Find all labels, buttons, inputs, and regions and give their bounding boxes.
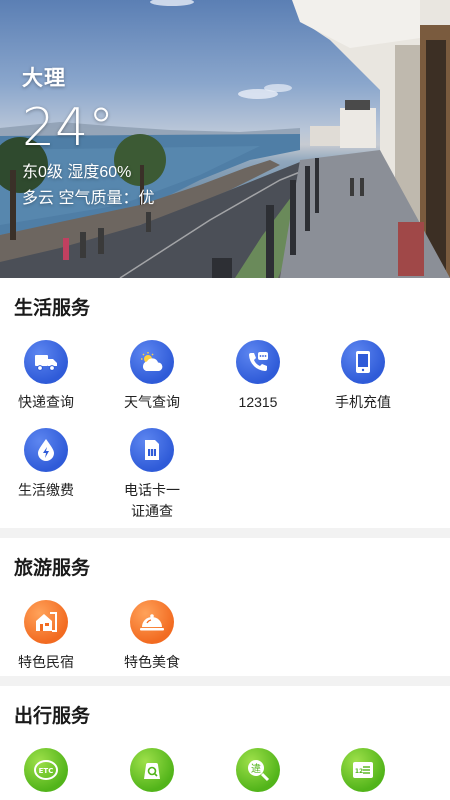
phone-chat-icon (236, 340, 280, 384)
express-query-label: 快递查询 (18, 394, 74, 410)
homestay-label: 特色民宿 (18, 654, 74, 670)
etc-tile[interactable]: ETC (0, 748, 92, 800)
condition-air-quality: 多云 空气质量：优 (22, 190, 155, 207)
license-plate-icon: 12 (341, 748, 385, 792)
wind-humidity: 东0级 湿度60% (22, 164, 132, 181)
travel-services-section: 旅游服务 特色民宿 特色美食 (0, 538, 450, 676)
svg-text:ETC: ETC (39, 767, 54, 775)
trip-services-section: 出行服务 ETC 違 12 (0, 686, 450, 800)
homestay-house-icon (24, 600, 68, 644)
vehicle-search-icon (130, 748, 174, 792)
food-cloche-icon (130, 600, 174, 644)
city-name: 大理 (22, 67, 66, 90)
sim-card-check-tile[interactable]: 电话卡一 证通查 (106, 428, 198, 522)
truck-icon (24, 340, 68, 384)
life-services-section: 生活服务 快递查询 天气查询 12315 手机充值 生活缴费 电话卡一 证通查 (0, 278, 450, 528)
weather-query-tile[interactable]: 天气查询 (106, 340, 198, 413)
temperature: 24° (22, 98, 115, 158)
hotline-12315-tile[interactable]: 12315 (212, 340, 304, 413)
express-query-tile[interactable]: 快递查询 (0, 340, 92, 413)
mobile-recharge-label: 手机充值 (335, 394, 391, 410)
mobile-recharge-tile[interactable]: 手机充值 (317, 340, 409, 413)
section-title-life: 生活服务 (14, 298, 91, 319)
sim-card-icon (130, 428, 174, 472)
local-food-tile[interactable]: 特色美食 (106, 600, 198, 673)
utility-payment-tile[interactable]: 生活缴费 (0, 428, 92, 501)
weather-banner[interactable]: 大理 24° 东0级 湿度60% 多云 空气质量：优 (0, 0, 450, 278)
vehicle-search-tile[interactable] (106, 748, 198, 800)
section-title-trip: 出行服务 (14, 706, 91, 727)
hotline-12315-label: 12315 (238, 394, 278, 410)
svg-text:違: 違 (251, 762, 261, 775)
water-drop-bolt-icon (24, 428, 68, 472)
local-food-label: 特色美食 (124, 654, 180, 670)
section-title-travel: 旅游服务 (14, 558, 91, 579)
weather-query-label: 天气查询 (124, 394, 180, 410)
sim-card-check-label: 电话卡一 证通查 (124, 482, 180, 519)
homestay-tile[interactable]: 特色民宿 (0, 600, 92, 673)
utility-payment-label: 生活缴费 (18, 482, 74, 498)
weather-cloud-sun-icon (130, 340, 174, 384)
svg-text:12: 12 (355, 768, 363, 775)
license-plate-tile[interactable]: 12 (317, 748, 409, 800)
mobile-phone-icon (341, 340, 385, 384)
violation-search-icon: 違 (236, 748, 280, 792)
violation-search-tile[interactable]: 違 (212, 748, 304, 800)
weather-info: 大理 24° 东0级 湿度60% 多云 空气质量：优 (22, 62, 154, 208)
etc-icon: ETC (24, 748, 68, 792)
